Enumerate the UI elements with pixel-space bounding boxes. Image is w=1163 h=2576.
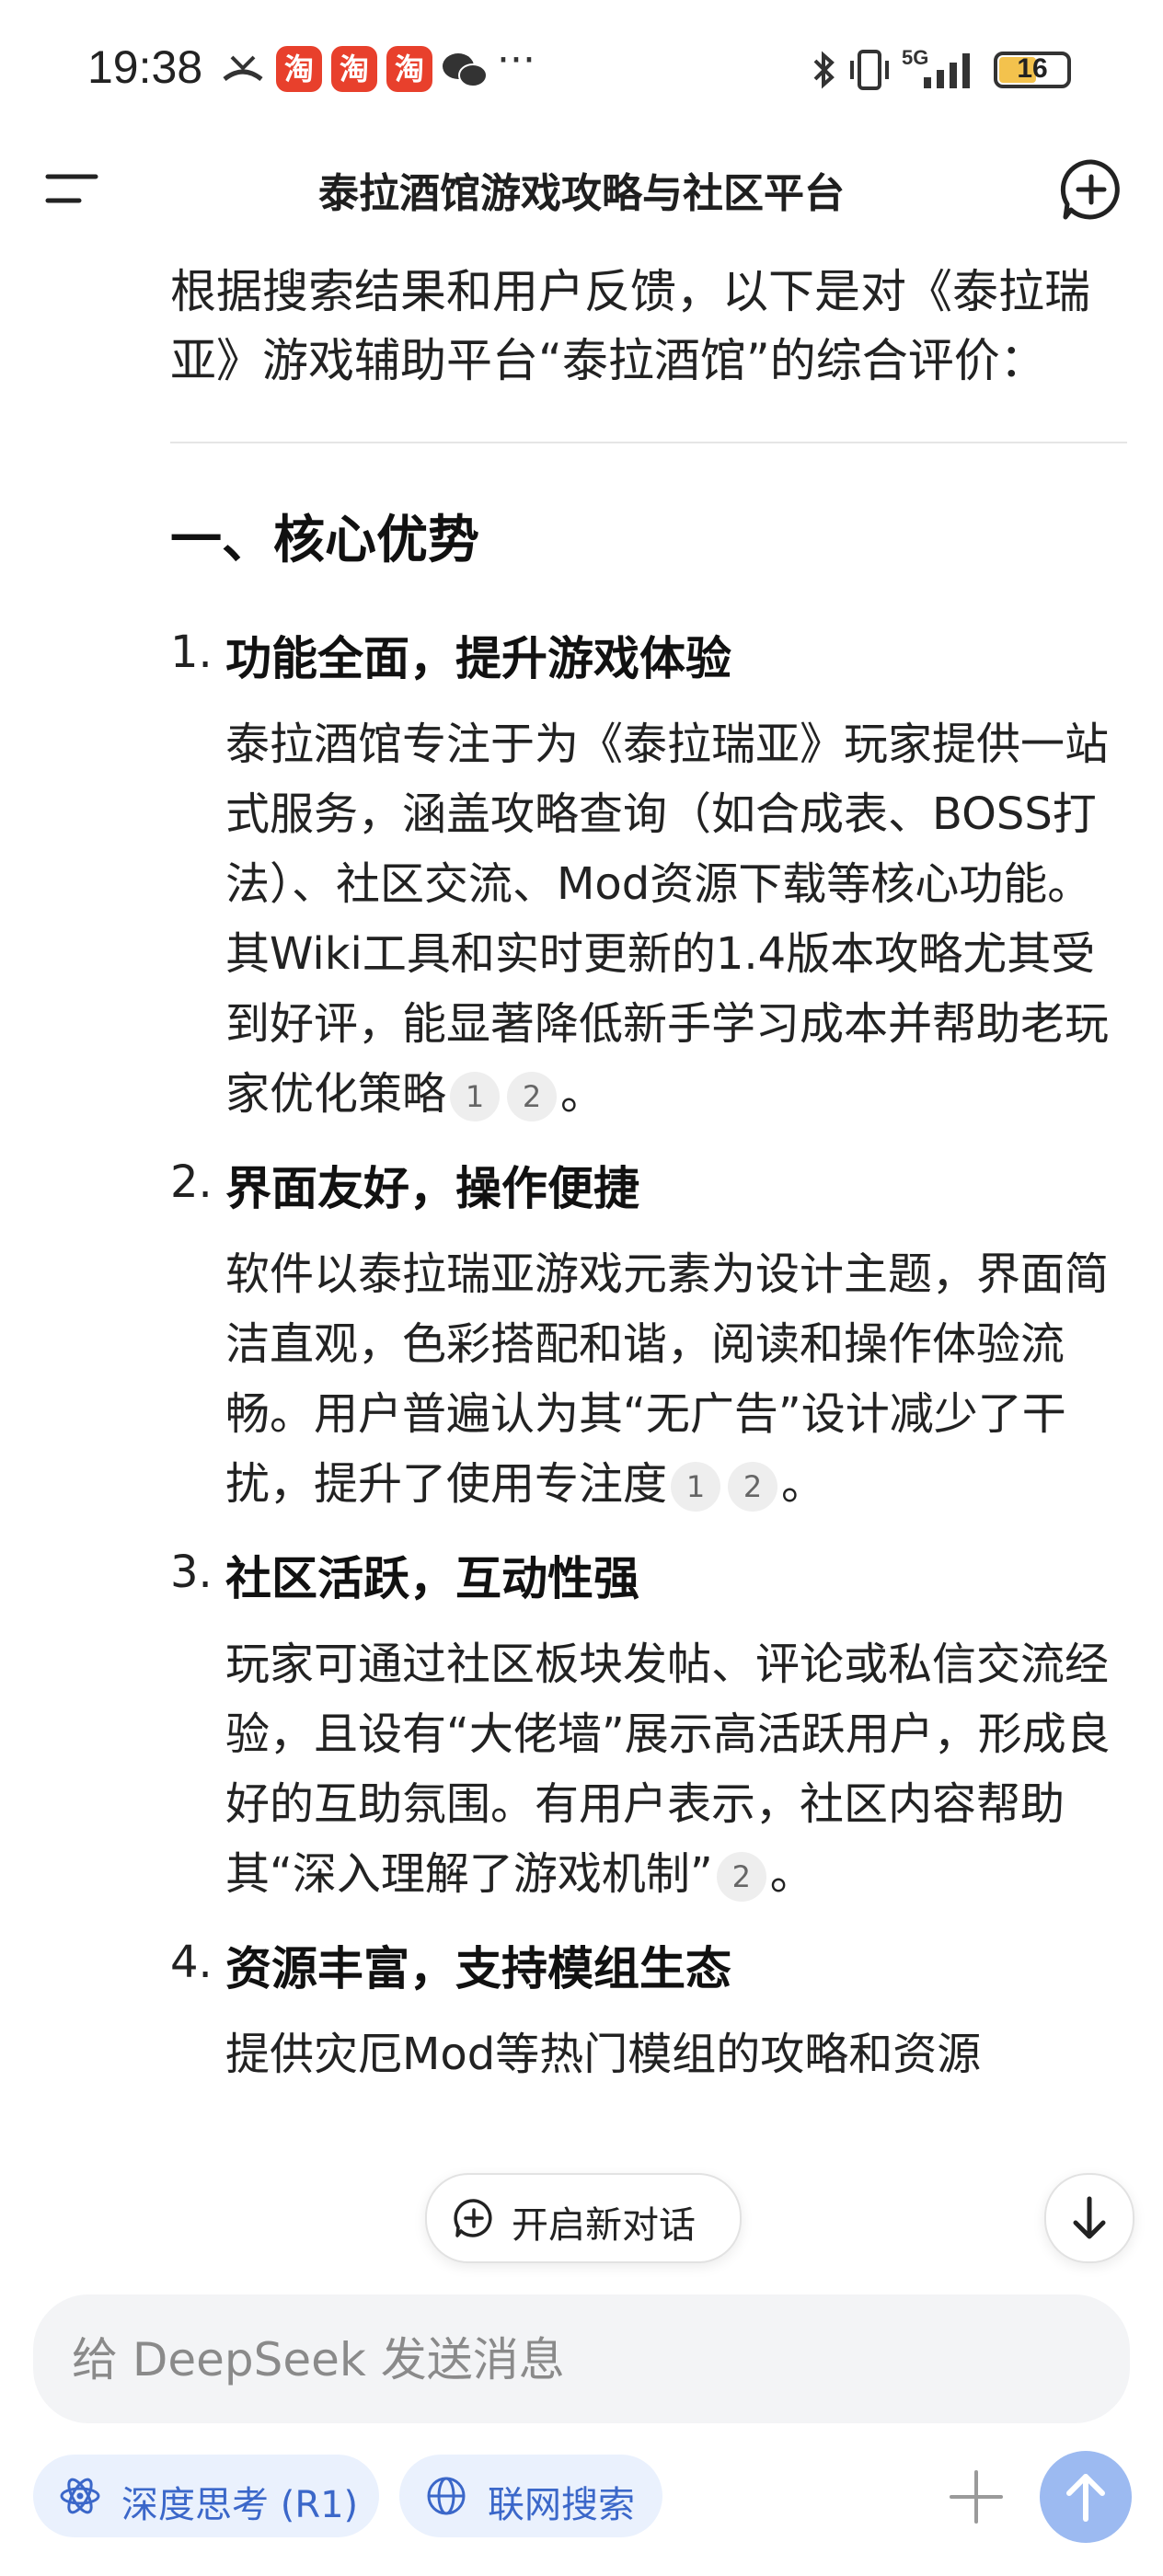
message-content: 根据搜索结果和用户反馈，以下是对《泰拉瑞亚》游戏辅助平台“泰拉酒馆”的综合评价：… (170, 258, 1127, 2117)
list-item: 3. 社区活跃，互动性强 玩家可通过社区板块发帖、评论或私信交流经验，且设有“大… (170, 1547, 1127, 1909)
citation-badge[interactable]: 1 (671, 1462, 721, 1512)
message-input-box[interactable] (33, 2294, 1130, 2423)
globe-icon (427, 2477, 466, 2515)
list-item-body: 提供灾厄Mod等热门模组的攻略和资源 (225, 2019, 1127, 2089)
advantage-list: 1. 功能全面，提升游戏体验 泰拉酒馆专注于为《泰拉瑞亚》玩家提供一站式服务，涵… (170, 627, 1127, 2089)
list-item-end: 。 (781, 1458, 826, 1510)
web-search-toggle[interactable]: 联网搜索 (399, 2455, 662, 2537)
arrow-up-icon (1066, 2474, 1105, 2522)
divider (170, 442, 1127, 443)
app-header: 泰拉酒馆游戏攻略与社区平台 (0, 138, 1163, 239)
citation-badge[interactable]: 2 (507, 1072, 558, 1121)
list-item-title: 资源丰富，支持模组生态 (225, 1942, 731, 1995)
menu-icon[interactable] (44, 166, 99, 212)
citation-badge[interactable]: 1 (450, 1072, 501, 1121)
intro-paragraph: 根据搜索结果和用户反馈，以下是对《泰拉瑞亚》游戏辅助平台“泰拉酒馆”的综合评价： (170, 265, 1090, 387)
vibrate-icon (850, 50, 889, 90)
deep-think-toggle[interactable]: 深度思考 (R1) (33, 2455, 379, 2537)
citation-badge[interactable]: 2 (716, 1852, 766, 1902)
deep-think-label: 深度思考 (R1) (121, 2484, 359, 2526)
wechat-icon (443, 53, 488, 87)
list-item: 2. 界面友好，操作便捷 软件以泰拉瑞亚游戏元素为设计主题，界面简洁直观，色彩搭… (170, 1156, 1127, 1519)
list-item-number: 1. (170, 627, 213, 678)
status-bar: 19:38 淘 淘 淘 ··· 5G 16 (0, 0, 1163, 138)
list-item-text: 泰拉酒馆专注于为《泰拉瑞亚》玩家提供一站式服务，涵盖攻略查询（如合成表、BOSS… (225, 719, 1110, 1120)
new-chat-label: 开启新对话 (512, 2204, 696, 2247)
list-item-body: 泰拉酒馆专注于为《泰拉瑞亚》玩家提供一站式服务，涵盖攻略查询（如合成表、BOSS… (225, 709, 1127, 1129)
new-chat-icon (454, 2199, 492, 2237)
list-item-title: 功能全面，提升游戏体验 (225, 632, 731, 685)
signal-icon (924, 53, 970, 88)
battery-icon: 16 (994, 52, 1071, 88)
list-item-number: 2. (170, 1156, 213, 1208)
web-search-label: 联网搜索 (488, 2484, 635, 2526)
list-item-text: 软件以泰拉瑞亚游戏元素为设计主题，界面简洁直观，色彩搭配和谐，阅读和操作体验流畅… (225, 1248, 1110, 1510)
attach-plus-icon[interactable] (948, 2468, 1005, 2525)
list-item-body: 软件以泰拉瑞亚游戏元素为设计主题，界面简洁直观，色彩搭配和谐，阅读和操作体验流畅… (225, 1239, 1127, 1519)
list-item-body: 玩家可通过社区板块发帖、评论或私信交流经验，且设有“大佬墙”展示高活跃用户，形成… (225, 1629, 1127, 1909)
list-item-text: 提供灾厄Mod等热门模组的攻略和资源 (225, 2029, 982, 2080)
list-item-number: 4. (170, 1937, 213, 1988)
taobao-app-icon: 淘 (386, 46, 432, 92)
scroll-down-button[interactable] (1044, 2173, 1134, 2263)
list-item-end: 。 (560, 1068, 605, 1120)
status-time: 19:38 (87, 41, 203, 93)
list-item-number: 3. (170, 1547, 213, 1598)
message-input[interactable] (70, 2322, 1086, 2398)
bluetooth-icon (813, 51, 835, 89)
send-button[interactable] (1040, 2451, 1132, 2543)
page-title: 泰拉酒馆游戏攻略与社区平台 (318, 170, 845, 217)
arrow-down-icon (1073, 2196, 1106, 2239)
battery-percent: 16 (1017, 53, 1048, 84)
new-chat-icon[interactable] (1058, 156, 1124, 223)
section-title: 一、核心优势 (170, 511, 479, 570)
citation-badge[interactable]: 2 (728, 1462, 778, 1512)
new-chat-button[interactable]: 开启新对话 (425, 2173, 742, 2263)
list-item-end: 。 (769, 1848, 814, 1900)
list-item: 4. 资源丰富，支持模组生态 提供灾厄Mod等热门模组的攻略和资源 (170, 1937, 1127, 2089)
list-item: 1. 功能全面，提升游戏体验 泰拉酒馆专注于为《泰拉瑞亚》玩家提供一站式服务，涵… (170, 627, 1127, 1129)
list-item-title: 社区活跃，互动性强 (225, 1552, 639, 1605)
list-item-text: 玩家可通过社区板块发帖、评论或私信交流经验，且设有“大佬墙”展示高活跃用户，形成… (225, 1639, 1111, 1900)
list-item-title: 界面友好，操作便捷 (225, 1162, 639, 1215)
missed-call-icon (223, 55, 263, 82)
taobao-app-icon: 淘 (276, 46, 322, 92)
atom-icon (60, 2478, 100, 2514)
more-notifications-icon: ··· (497, 37, 535, 84)
taobao-app-icon: 淘 (331, 46, 377, 92)
